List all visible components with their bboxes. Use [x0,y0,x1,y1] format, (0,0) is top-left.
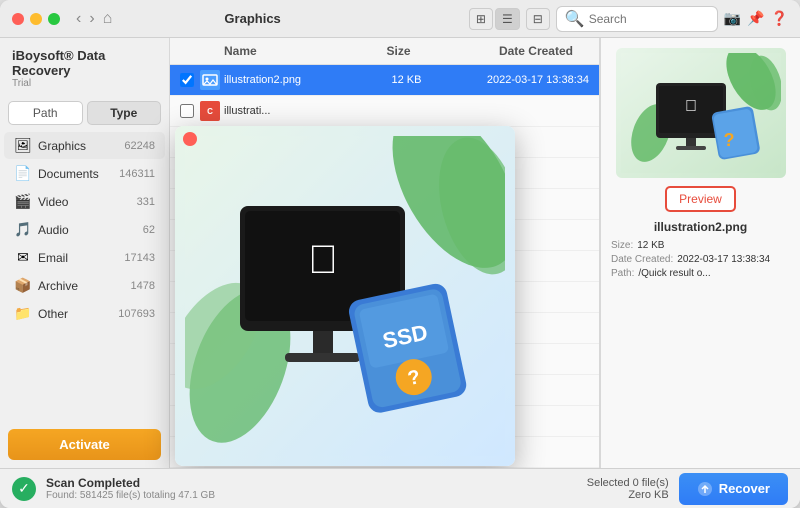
other-label: Other [38,307,118,321]
svg-text::  [308,238,338,282]
search-icon: 🔍 [565,9,585,29]
path-value: /Quick result o... [638,268,710,279]
video-icon: 🎬 [14,193,32,210]
meta-size-row: Size: 12 KB [611,240,790,251]
audio-count: 62 [143,224,155,236]
sidebar-item-video[interactable]: 🎬 Video 331 [4,188,165,215]
tab-type[interactable]: Type [87,101,162,125]
file-date: 2022-03-17 13:38:34 [443,74,589,86]
view-grid-button[interactable]: ⊞ [469,8,493,30]
camera-icon[interactable]: 📷 [724,10,741,27]
date-value: 2022-03-17 13:38:34 [677,254,770,265]
sidebar-item-email[interactable]: ✉ Email 17143 [4,244,165,271]
audio-icon: 🎵 [14,221,32,238]
file-size: 12 KB [370,74,443,86]
preview-panel:  ? Preview illustration2.png Size: 12 K… [600,38,800,468]
sidebar: iBoysoft® Data Recovery Trial Path Type … [0,38,170,468]
documents-count: 146311 [119,168,155,180]
pin-icon[interactable]: 📌 [747,10,764,27]
search-input[interactable] [589,12,709,26]
size-label: Size: [611,240,633,251]
sidebar-item-documents[interactable]: 📄 Documents 146311 [4,160,165,187]
col-size-header: Size [364,44,434,58]
tab-bar: Path Type [0,95,169,131]
modal-image:  SSD ? [175,126,515,466]
archive-count: 1478 [131,280,155,292]
graphics-icon: 🖼 [14,137,32,154]
email-icon: ✉ [14,249,32,266]
sidebar-activate: Activate [8,429,161,460]
table-row[interactable]: C illustrati... [170,96,599,127]
date-label: Date Created: [611,254,673,265]
col-name-header: Name [224,44,364,58]
view-list-button[interactable]: ☰ [495,8,520,30]
archive-label: Archive [38,279,131,293]
toolbar-right: ⊞ ☰ ⊟ 🔍 📷 📌 ❓ [469,6,788,32]
sidebar-items: 🖼 Graphics 62248 📄 Documents 146311 🎬 Vi… [0,131,169,421]
email-count: 17143 [124,252,155,264]
sidebar-item-other[interactable]: 📁 Other 107693 [4,300,165,327]
help-icon[interactable]: ❓ [771,10,788,27]
col-date-header: Date Created [433,44,573,58]
scan-info: Scan Completed Found: 581425 file(s) tot… [46,476,577,501]
preview-meta: Size: 12 KB Date Created: 2022-03-17 13:… [611,240,790,282]
app-name: iBoysoft® Data Recovery [12,48,157,78]
graphics-label: Graphics [38,139,124,153]
selected-info: Selected 0 file(s) Zero KB [587,477,669,501]
close-button[interactable] [12,13,24,25]
svg-text::  [685,98,697,115]
video-label: Video [38,195,137,209]
selected-files-count: Selected 0 file(s) [587,477,669,489]
window-title: Graphics [36,11,469,26]
activate-button[interactable]: Activate [8,429,161,460]
documents-icon: 📄 [14,165,32,182]
preview-button[interactable]: Preview [665,186,736,212]
main-content: iBoysoft® Data Recovery Trial Path Type … [0,38,800,468]
sidebar-item-audio[interactable]: 🎵 Audio 62 [4,216,165,243]
audio-label: Audio [38,223,143,237]
file-name: illustrati... [224,105,370,117]
email-label: Email [38,251,124,265]
table-row[interactable]: illustration2.png 12 KB 2022-03-17 13:38… [170,65,599,96]
archive-icon: 📦 [14,277,32,294]
file-name: illustration2.png [224,74,370,86]
meta-path-row: Path: /Quick result o... [611,268,790,279]
tab-path[interactable]: Path [8,101,83,125]
app-subtitle: Trial [12,78,157,89]
path-label: Path: [611,268,634,279]
view-toggle: ⊞ ☰ [469,8,520,30]
recover-icon [697,481,713,497]
preview-thumbnail:  ? [616,48,786,178]
video-count: 331 [137,196,155,208]
titlebar: ‹ › ⌂ Graphics ⊞ ☰ ⊟ 🔍 📷 📌 ❓ [0,0,800,38]
sidebar-item-archive[interactable]: 📦 Archive 1478 [4,272,165,299]
sidebar-item-graphics[interactable]: 🖼 Graphics 62248 [4,132,165,159]
file-checkbox[interactable] [180,104,194,118]
sidebar-header: iBoysoft® Data Recovery Trial [0,38,169,95]
documents-label: Documents [38,167,119,181]
scan-title: Scan Completed [46,476,577,490]
other-icon: 📁 [14,305,32,322]
scan-complete-icon: ✓ [12,477,36,501]
check-icon: ✓ [18,480,30,497]
recover-label: Recover [719,481,770,496]
meta-date-row: Date Created: 2022-03-17 13:38:34 [611,254,790,265]
file-thumbnail [200,70,220,90]
size-value: 12 KB [637,240,664,251]
modal-popup:  SSD ? [175,126,515,466]
recover-button[interactable]: Recover [679,473,788,505]
search-bar: 🔍 [556,6,718,32]
file-thumbnail: C [200,101,220,121]
graphics-count: 62248 [124,140,155,152]
file-checkbox[interactable] [180,73,194,87]
modal-close-button[interactable] [183,132,197,146]
svg-text:?: ? [723,130,734,150]
file-header: Name Size Date Created [170,38,599,65]
selected-size: Zero KB [587,489,669,501]
filter-button[interactable]: ⊟ [526,8,550,30]
other-count: 107693 [118,308,155,320]
bottom-bar: ✓ Scan Completed Found: 581425 file(s) t… [0,468,800,508]
scan-detail: Found: 581425 file(s) totaling 47.1 GB [46,490,577,501]
preview-filename: illustration2.png [654,220,747,234]
